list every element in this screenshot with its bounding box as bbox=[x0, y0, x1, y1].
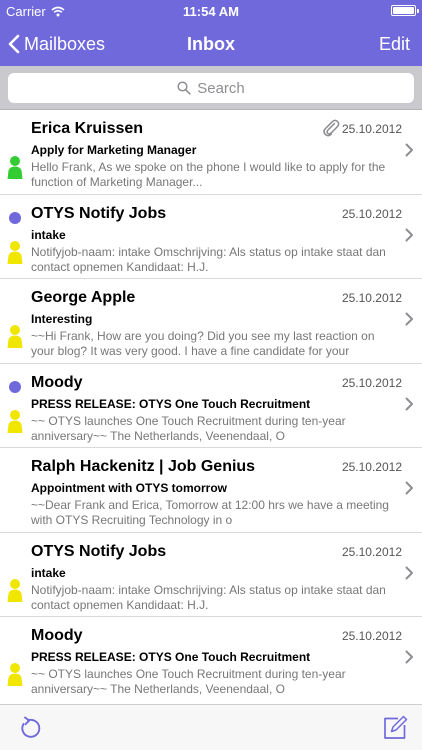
mailboxes-back-button[interactable]: Mailboxes bbox=[8, 22, 105, 66]
message-sender: Moody bbox=[31, 627, 83, 644]
unread-indicator-icon bbox=[9, 380, 21, 393]
message-subject: PRESS RELEASE: OTYS One Touch Recruitmen… bbox=[31, 650, 311, 664]
message-preview: ~~ OTYS launches One Touch Recruitment d… bbox=[31, 667, 346, 696]
message-row[interactable]: OTYS Notify Jobs 25.10.2012 intake Notifyjo… bbox=[0, 533, 422, 617]
message-row[interactable]: George Apple 25.10.2012 Interesting ~~Hi Fr… bbox=[0, 279, 422, 364]
navigation-bar: Mailboxes Inbox Edit bbox=[0, 22, 422, 66]
message-date: 25.10.2012 bbox=[341, 629, 402, 643]
message-preview: ~~ OTYS launches One Touch Recruitment d… bbox=[31, 413, 346, 443]
yellow-person-icon bbox=[7, 240, 23, 264]
message-row[interactable]: OTYS Notify Jobs 25.10.2012 intake Notifyjo… bbox=[0, 195, 422, 279]
message-date: 25.10.2012 bbox=[341, 375, 402, 390]
search-input[interactable]: Search bbox=[8, 73, 414, 103]
message-sender: OTYS Notify Jobs bbox=[31, 542, 167, 560]
message-sender: Moody bbox=[31, 373, 83, 391]
message-sender: Erica Kruissen bbox=[31, 120, 144, 137]
message-preview: ~~Hi Frank, How are you doing? Did you s… bbox=[31, 329, 375, 358]
message-subject: Apply for Marketing Manager bbox=[31, 143, 197, 157]
search-bar: Search bbox=[0, 66, 422, 110]
message-row[interactable]: Moody 25.10.2012 PRESS RELEASE: OTYS One T… bbox=[0, 364, 422, 448]
message-date: 25.10.2012 bbox=[341, 122, 402, 136]
green-person-icon bbox=[7, 156, 23, 179]
unread-indicator-icon bbox=[9, 211, 21, 224]
message-subject: intake bbox=[31, 565, 66, 580]
message-subject: Appointment with OTYS tomorrow bbox=[31, 481, 227, 495]
yellow-person-icon bbox=[7, 409, 23, 433]
chevron-right-icon bbox=[405, 397, 413, 410]
edit-button[interactable]: Edit bbox=[379, 22, 410, 66]
chevron-right-icon bbox=[405, 312, 413, 326]
chevron-right-icon bbox=[405, 143, 413, 157]
status-time: 11:54 AM bbox=[183, 4, 239, 19]
battery-icon bbox=[391, 5, 419, 16]
status-bar: Carrier 11:54 AM bbox=[0, 0, 422, 22]
message-preview: ~~Dear Frank and Erica, Tomorrow at 12:0… bbox=[31, 498, 389, 527]
bottom-toolbar bbox=[0, 704, 422, 750]
message-preview: Notifyjob-naam: intake Omschrijving: Als… bbox=[31, 582, 386, 612]
refresh-icon[interactable] bbox=[17, 715, 43, 741]
message-list[interactable]: Erica Kruissen 25.10.2012 Apply for Market… bbox=[0, 110, 422, 704]
message-date: 25.10.2012 bbox=[341, 291, 402, 305]
message-subject: Interesting bbox=[31, 312, 93, 326]
chevron-right-icon bbox=[405, 228, 413, 241]
message-sender: Ralph Hackenitz | Job Genius bbox=[31, 458, 256, 475]
chevron-right-icon bbox=[405, 481, 413, 495]
message-preview: Hello Frank, As we spoke on the phone I … bbox=[31, 160, 386, 189]
yellow-person-icon bbox=[7, 325, 23, 348]
search-placeholder: Search bbox=[197, 79, 245, 97]
message-row[interactable]: Erica Kruissen 25.10.2012 Apply for Market… bbox=[0, 110, 422, 195]
message-subject: intake bbox=[31, 227, 66, 242]
message-date: 25.10.2012 bbox=[341, 460, 402, 474]
yellow-person-icon bbox=[7, 663, 23, 686]
message-row[interactable]: Ralph Hackenitz | Job Genius 25.10.2012 Ap… bbox=[0, 448, 422, 533]
search-icon bbox=[177, 81, 191, 95]
message-preview: Notifyjob-naam: intake Omschrijving: Als… bbox=[31, 244, 386, 274]
chevron-left-icon bbox=[8, 34, 20, 54]
message-date: 25.10.2012 bbox=[341, 544, 402, 559]
message-subject: PRESS RELEASE: OTYS One Touch Recruitmen… bbox=[31, 396, 311, 411]
yellow-person-icon bbox=[7, 578, 23, 602]
message-row[interactable]: Moody 25.10.2012 PRESS RELEASE: OTYS One T… bbox=[0, 617, 422, 702]
compose-icon[interactable] bbox=[382, 715, 408, 741]
message-sender: OTYS Notify Jobs bbox=[31, 204, 167, 222]
back-button-label: Mailboxes bbox=[24, 33, 106, 54]
message-date: 25.10.2012 bbox=[341, 206, 402, 221]
chevron-right-icon bbox=[405, 566, 413, 579]
chevron-right-icon bbox=[405, 650, 413, 664]
paperclip-icon bbox=[323, 119, 340, 137]
message-sender: George Apple bbox=[31, 289, 136, 306]
